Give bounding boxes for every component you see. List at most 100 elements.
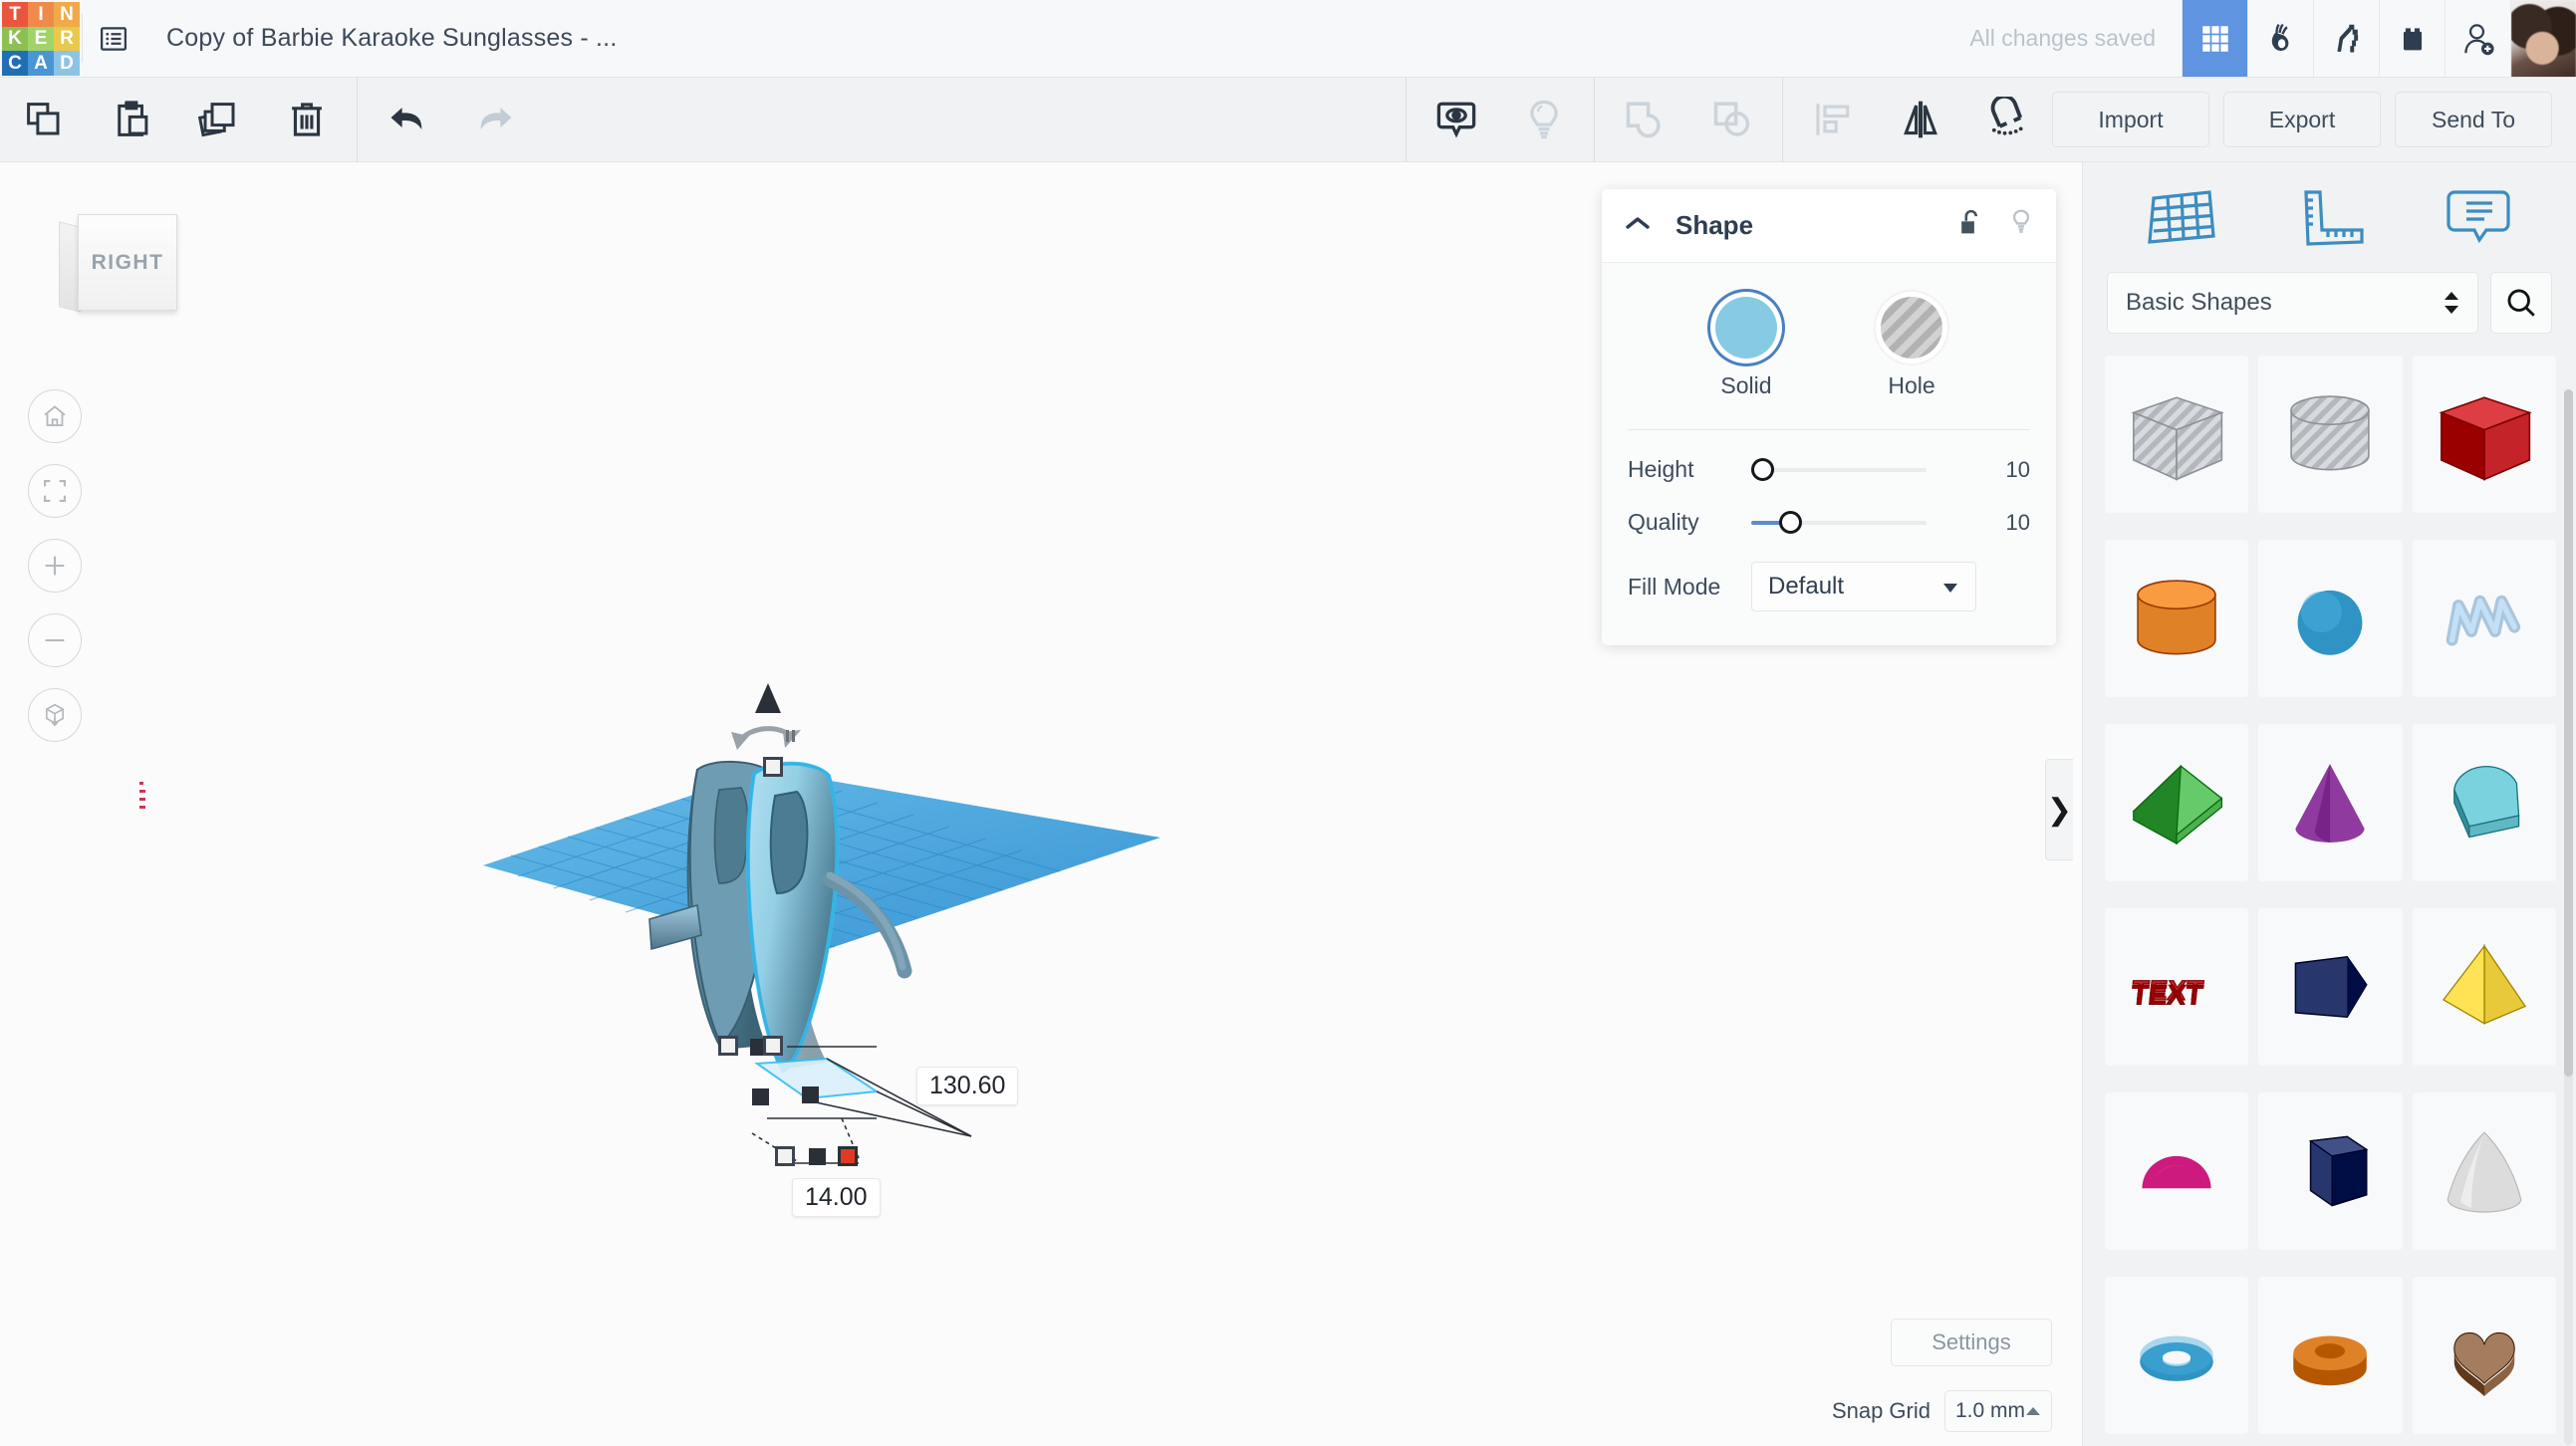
tab-ruler[interactable] <box>2275 177 2385 257</box>
sidebar-scrollbar[interactable] <box>2564 389 2573 1445</box>
redo-icon[interactable] <box>451 78 539 162</box>
search-icon[interactable] <box>2490 272 2552 334</box>
magnet-snap-icon[interactable] <box>1964 78 2052 162</box>
resize-handle-front-active[interactable] <box>838 1146 858 1166</box>
export-button[interactable]: Export <box>2223 92 2381 147</box>
fill-mode-select[interactable]: Default <box>1751 562 1976 611</box>
add-person-icon[interactable] <box>2445 0 2510 77</box>
toolbar-separator-2 <box>1406 78 1407 162</box>
shape-text-red[interactable]: TEXT TEXT <box>2105 908 2248 1066</box>
group-icon[interactable] <box>1601 78 1688 162</box>
resize-handle-front-mid[interactable] <box>809 1148 826 1165</box>
duplicate-icon[interactable] <box>175 78 263 162</box>
shape-box-hole[interactable] <box>2105 356 2248 513</box>
resize-handle-left-mid[interactable] <box>718 1036 738 1056</box>
shape-halfsphere-magenta[interactable] <box>2105 1092 2248 1250</box>
shape-panel-body: Solid Hole Height 10 Quality <box>1602 263 2056 645</box>
shape-library-grid: TEXT TEXT <box>2083 356 2576 1446</box>
document-title[interactable]: Copy of Barbie Karaoke Sunglasses - ... <box>144 0 617 77</box>
avatar-image <box>2511 0 2576 77</box>
toolbar-actions: Import Export Send To <box>2052 92 2576 147</box>
mirror-flip-icon[interactable] <box>1877 78 1964 162</box>
shape-panel-header: Shape <box>1602 189 2056 263</box>
shape-sphere-blue[interactable] <box>2258 540 2402 697</box>
delete-trash-icon[interactable] <box>263 78 351 162</box>
sidebar-scrollbar-thumb[interactable] <box>2564 389 2573 1077</box>
shape-mode-solid[interactable]: Solid <box>1715 297 1777 399</box>
shape-pyramid-yellow[interactable] <box>2413 908 2556 1066</box>
shape-tube-orange[interactable] <box>2258 1277 2402 1434</box>
copy-icon[interactable] <box>0 78 88 162</box>
gallery-grid-icon[interactable] <box>2182 0 2247 77</box>
shape-category-select[interactable]: Basic Shapes <box>2107 272 2478 334</box>
send-to-button[interactable]: Send To <box>2395 92 2552 147</box>
shape-wedge-green[interactable] <box>2105 724 2248 881</box>
logo-letter-e-4: E <box>28 27 54 52</box>
shape-cylinder-hole[interactable] <box>2258 356 2402 513</box>
app-header: TINKERCAD Copy of Barbie Karaoke Sunglas… <box>0 0 2576 78</box>
shape-heart-brown[interactable] <box>2413 1277 2556 1434</box>
logo-letter-d-8: D <box>54 51 80 76</box>
tinkercad-logo[interactable]: TINKERCAD <box>0 0 82 78</box>
show-all-eye-icon[interactable] <box>1413 78 1500 162</box>
shape-polygon-navy[interactable] <box>2258 908 2402 1066</box>
height-slider-knob[interactable] <box>1751 458 1774 481</box>
shape-torus-blue[interactable] <box>2105 1277 2248 1434</box>
quality-slider[interactable] <box>1751 511 1927 535</box>
save-status: All changes saved <box>1969 0 2182 77</box>
shape-mode-hole[interactable]: Hole <box>1881 297 1942 399</box>
align-icon[interactable] <box>1789 78 1877 162</box>
list-menu-icon[interactable] <box>83 0 144 77</box>
user-avatar[interactable] <box>2510 0 2576 77</box>
sidebar-tabs <box>2083 162 2576 272</box>
hole-swatch <box>1881 297 1942 359</box>
quality-slider-knob[interactable] <box>1779 511 1802 534</box>
resize-handle-top[interactable] <box>763 757 783 777</box>
height-cone-handle <box>755 683 781 713</box>
dimension-label-length[interactable]: 130.60 <box>916 1067 1018 1105</box>
import-button[interactable]: Import <box>2052 92 2209 147</box>
lightbulb-icon[interactable] <box>2008 208 2034 243</box>
tab-shapes-grid[interactable] <box>2127 177 2236 257</box>
brick-lego-icon[interactable] <box>2379 0 2445 77</box>
blocks-codeblocks-icon[interactable] <box>2313 0 2379 77</box>
hole-label: Hole <box>1881 372 1942 399</box>
chevron-right-icon[interactable]: ❯ <box>2045 759 2073 860</box>
height-slider[interactable] <box>1751 458 1927 482</box>
undo-icon[interactable] <box>364 78 451 162</box>
main-toolbar: Import Export Send To <box>0 78 2576 162</box>
snap-grid-select[interactable]: 1.0 mm <box>1944 1390 2052 1432</box>
toolbar-separator-4 <box>1782 78 1783 162</box>
shape-roof-teal[interactable] <box>2413 724 2556 881</box>
shape-scribble[interactable] <box>2413 540 2556 697</box>
logo-letter-c-6: C <box>2 51 28 76</box>
logo-letter-n-2: N <box>54 2 80 27</box>
fill-mode-value: Default <box>1768 573 1844 601</box>
chevron-up-icon[interactable] <box>1624 214 1652 237</box>
chevron-down-icon <box>1941 573 1959 601</box>
shape-box-red[interactable] <box>2413 356 2556 513</box>
resize-handle-center[interactable] <box>763 1036 783 1056</box>
solid-swatch <box>1715 297 1777 359</box>
resize-handle-front-left[interactable] <box>775 1146 795 1166</box>
paste-icon[interactable] <box>88 78 175 162</box>
tinkerbot-icon[interactable] <box>2247 0 2313 77</box>
resize-handle-bottom-left[interactable] <box>752 1088 769 1105</box>
height-label: Height <box>1628 456 1745 483</box>
dimension-label-width[interactable]: 14.00 <box>792 1178 881 1217</box>
shape-paraboloid-white[interactable] <box>2413 1092 2556 1250</box>
logo-letter-k-3: K <box>2 27 28 52</box>
lightbulb-hide-icon[interactable] <box>1500 78 1588 162</box>
shape-cone-purple[interactable] <box>2258 724 2402 881</box>
shape-cylinder-orange[interactable] <box>2105 540 2248 697</box>
unlock-icon[interactable] <box>1958 208 1984 243</box>
height-value[interactable]: 10 <box>2006 457 2030 483</box>
logo-letter-i-1: I <box>28 2 54 27</box>
tab-notes[interactable] <box>2424 177 2533 257</box>
shape-hexprism-navy[interactable] <box>2258 1092 2402 1250</box>
solid-label: Solid <box>1715 372 1777 399</box>
resize-handle-bottom-right[interactable] <box>802 1086 819 1103</box>
ungroup-icon[interactable] <box>1688 78 1776 162</box>
settings-button[interactable]: Settings <box>1891 1319 2052 1366</box>
quality-value[interactable]: 10 <box>2006 510 2030 536</box>
